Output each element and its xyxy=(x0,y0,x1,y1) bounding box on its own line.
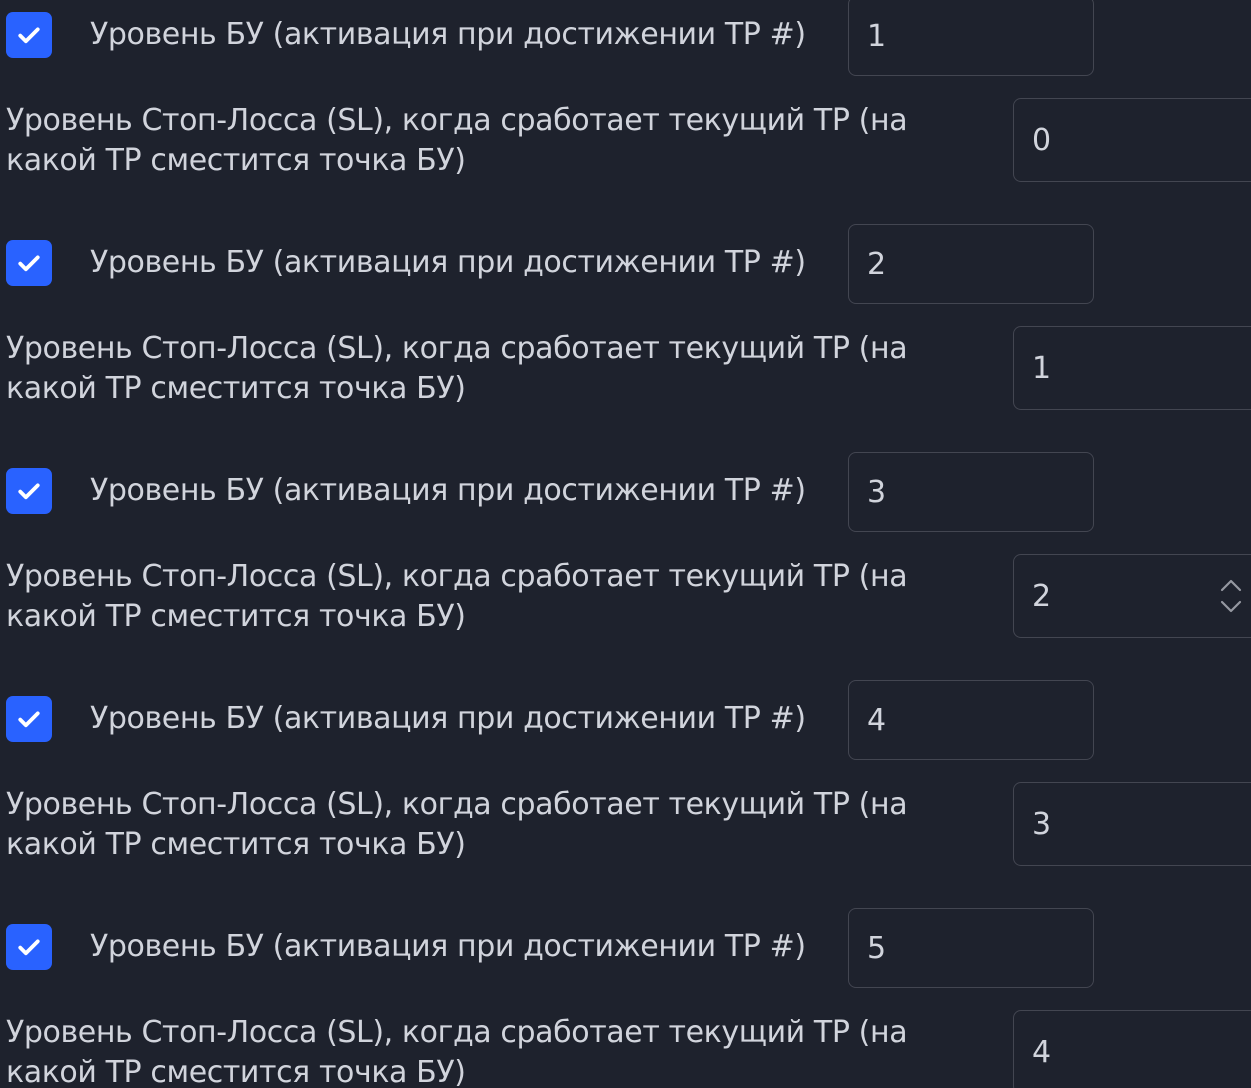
stop-loss-label: Уровень Стоп-Лосса (SL), когда сработает… xyxy=(6,1015,908,1088)
breakeven-tp-input[interactable]: 4 xyxy=(848,680,1094,760)
breakeven-label: Уровень БУ (активация при достижении TP … xyxy=(90,245,806,280)
stop-loss-label: Уровень Стоп-Лосса (SL), когда сработает… xyxy=(6,331,908,406)
breakeven-tp-input[interactable]: 2 xyxy=(848,224,1094,304)
stop-loss-label: Уровень Стоп-Лосса (SL), когда сработает… xyxy=(6,787,908,862)
breakeven-tp-input[interactable]: 3 xyxy=(848,452,1094,532)
checkmark-icon xyxy=(18,483,40,500)
breakeven-checkbox-3[interactable] xyxy=(6,468,52,514)
stop-loss-label: Уровень Стоп-Лосса (SL), когда сработает… xyxy=(6,103,908,178)
stop-loss-tp-input[interactable]: 4 xyxy=(1013,1010,1251,1088)
breakeven-checkbox-4[interactable] xyxy=(6,696,52,742)
chevron-down-icon[interactable] xyxy=(1220,600,1242,613)
checkmark-icon xyxy=(18,27,40,44)
chevron-up-icon[interactable] xyxy=(1220,579,1242,592)
number-stepper-arrows-icon[interactable] xyxy=(1218,569,1244,623)
checkmark-icon xyxy=(18,939,40,956)
breakeven-label: Уровень БУ (активация при достижении TP … xyxy=(90,701,806,736)
stop-loss-label: Уровень Стоп-Лосса (SL), когда сработает… xyxy=(6,559,908,634)
breakeven-checkbox-1[interactable] xyxy=(6,12,52,58)
stop-loss-tp-value: 2 xyxy=(1032,578,1052,614)
checkmark-icon xyxy=(18,255,40,272)
checkmark-icon xyxy=(18,711,40,728)
breakeven-checkbox-5[interactable] xyxy=(6,924,52,970)
breakeven-label: Уровень БУ (активация при достижении TP … xyxy=(90,17,806,52)
stop-loss-tp-input[interactable]: 2 xyxy=(1013,554,1251,638)
breakeven-label: Уровень БУ (активация при достижении TP … xyxy=(90,929,806,964)
breakeven-label: Уровень БУ (активация при достижении TP … xyxy=(90,473,806,508)
breakeven-checkbox-2[interactable] xyxy=(6,240,52,286)
breakeven-tp-input[interactable]: 5 xyxy=(848,908,1094,988)
stop-loss-tp-input[interactable]: 3 xyxy=(1013,782,1251,866)
stop-loss-tp-input[interactable]: 0 xyxy=(1013,98,1251,182)
breakeven-tp-input[interactable]: 1 xyxy=(848,0,1094,76)
stop-loss-tp-input[interactable]: 1 xyxy=(1013,326,1251,410)
